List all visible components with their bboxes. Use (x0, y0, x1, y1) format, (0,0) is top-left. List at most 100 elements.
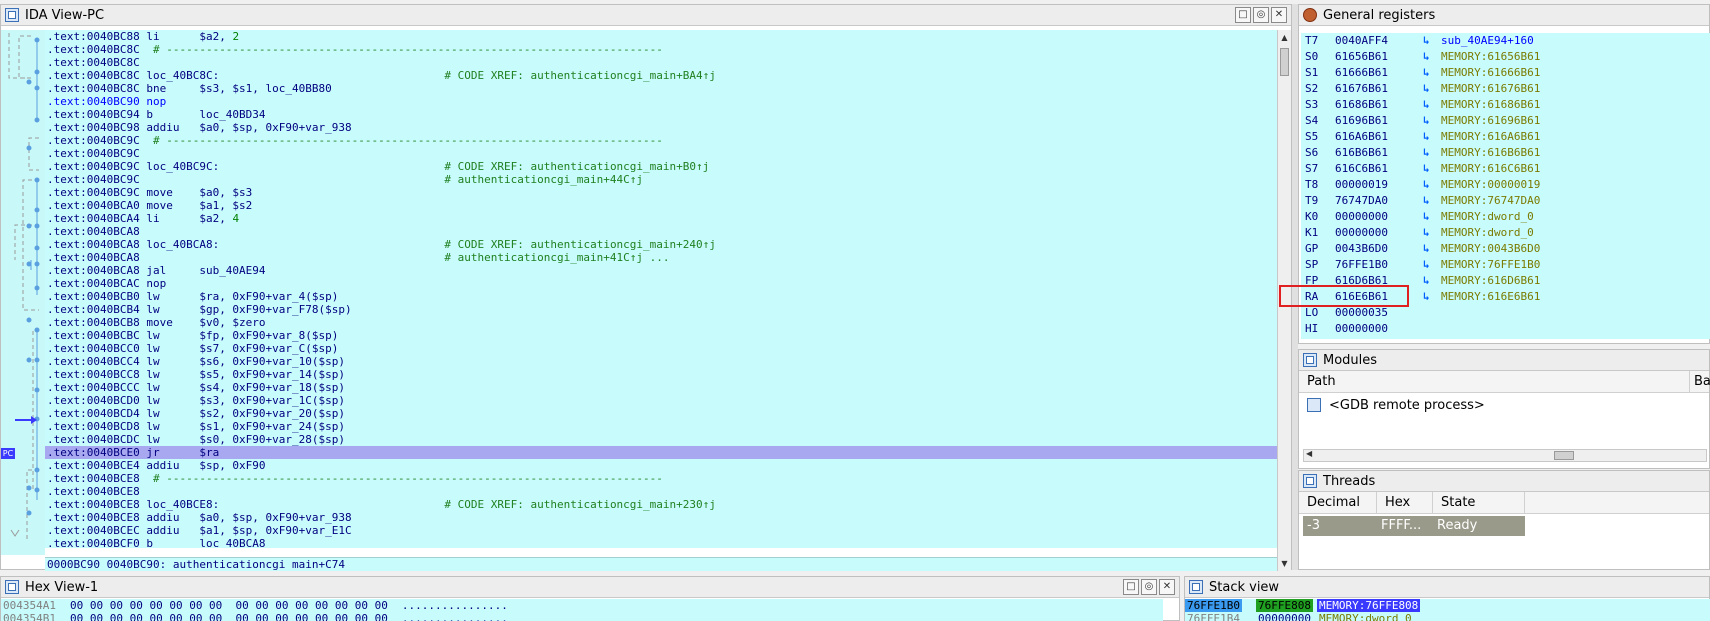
hex-view-titlebar[interactable]: Hex View-1 □ ◎ ✕ (1, 577, 1179, 598)
float-icon[interactable]: ◎ (1253, 7, 1269, 23)
maximize-icon[interactable]: □ (1235, 7, 1251, 23)
registers-titlebar[interactable]: General registers (1299, 5, 1709, 26)
thread-row[interactable]: -3 FFFF... Ready (1303, 516, 1525, 536)
register-reference[interactable]: MEMORY:61686B61 (1441, 97, 1540, 113)
register-reference[interactable]: MEMORY:76747DA0 (1441, 193, 1540, 209)
module-item[interactable]: <GDB remote process> (1299, 393, 1709, 417)
register-reference[interactable]: MEMORY:61676B61 (1441, 81, 1540, 97)
code-line[interactable]: .text:0040BCA8 # authenticationcgi_main+… (45, 251, 1279, 264)
code-line[interactable]: .text:0040BCA4 li $a2, 4 (45, 212, 1279, 225)
hex-close-icon[interactable]: ✕ (1159, 579, 1175, 595)
threads-col-hex[interactable]: Hex (1377, 492, 1433, 513)
jump-arrow-icon[interactable]: ↳ (1423, 113, 1441, 129)
code-line[interactable]: .text:0040BC98 addiu $a0, $sp, 0xF90+var… (45, 121, 1279, 134)
code-line[interactable]: .text:0040BCB8 move $v0, $zero (45, 316, 1279, 329)
register-reference[interactable]: MEMORY:616C6B61 (1441, 161, 1540, 177)
code-line[interactable]: .text:0040BC8C # -----------------------… (45, 43, 1279, 56)
register-value[interactable]: 616A6B61 (1335, 129, 1423, 145)
register-row[interactable]: S4 61696B61 ↳ MEMORY:61696B61 (1301, 113, 1710, 129)
stack-row[interactable]: 76FFE1B4 00000000 MEMORY:dword_0 (1185, 612, 1710, 621)
register-value[interactable]: 76FFE1B0 (1335, 257, 1423, 273)
code-line[interactable]: .text:0040BCA8 jal sub_40AE94 (45, 264, 1279, 277)
code-line[interactable]: .text:0040BC8C loc_40BC8C: # CODE XREF: … (45, 69, 1279, 82)
jump-arrow-icon[interactable]: ↳ (1423, 337, 1441, 339)
modules-path-header[interactable]: Path (1307, 374, 1336, 389)
code-line[interactable]: .text:0040BCC4 lw $s6, 0xF90+var_10($sp) (45, 355, 1279, 368)
code-line[interactable]: .text:0040BCD8 lw $s1, 0xF90+var_24($sp) (45, 420, 1279, 433)
register-value[interactable]: 00000000 (1335, 225, 1423, 241)
register-row[interactable]: T9 76747DA0 ↳ MEMORY:76747DA0 (1301, 193, 1710, 209)
hscroll-thumb[interactable] (1554, 451, 1574, 460)
code-line[interactable]: .text:0040BCE0 jr $ra (45, 446, 1279, 459)
register-row[interactable]: S6 616B6B61 ↳ MEMORY:616B6B61 (1301, 145, 1710, 161)
register-reference[interactable]: MEMORY:dword_0 (1441, 225, 1534, 241)
jump-arrow-icon[interactable]: ↳ (1423, 145, 1441, 161)
code-line[interactable]: .text:0040BC9C loc_40BC9C: # CODE XREF: … (45, 160, 1279, 173)
ida-view-titlebar[interactable]: IDA View-PC □ ◎ ✕ (1, 5, 1291, 26)
code-line[interactable]: .text:0040BCE8 (45, 485, 1279, 498)
register-row[interactable]: K0 00000000 ↳ MEMORY:dword_0 (1301, 209, 1710, 225)
code-line[interactable]: .text:0040BCA8 loc_40BCA8: # CODE XREF: … (45, 238, 1279, 251)
jump-arrow-icon[interactable]: ↳ (1423, 161, 1441, 177)
register-row[interactable]: PC0040BCE0↳authenticationcgi_main+CC4 (1301, 337, 1710, 339)
register-value[interactable]: 61666B61 (1335, 65, 1423, 81)
jump-arrow-icon[interactable]: ↳ (1423, 289, 1441, 305)
jump-arrow-icon[interactable]: ↳ (1423, 225, 1441, 241)
code-line[interactable]: .text:0040BC9C # authenticationcgi_main+… (45, 173, 1279, 186)
code-line[interactable]: .text:0040BCB0 lw $ra, 0xF90+var_4($sp) (45, 290, 1279, 303)
jump-arrow-icon[interactable]: ↳ (1423, 97, 1441, 113)
code-line[interactable]: .text:0040BCCC lw $s4, 0xF90+var_18($sp) (45, 381, 1279, 394)
code-line[interactable]: .text:0040BC8C (45, 56, 1279, 69)
register-row[interactable]: T7 0040AFF4 ↳ sub_40AE94+160 (1301, 33, 1710, 49)
jump-arrow-icon[interactable]: ↳ (1423, 49, 1441, 65)
register-value[interactable]: 0040BCE0 (1335, 337, 1423, 339)
code-line[interactable]: .text:0040BCF0 b loc_40BCA8 (45, 537, 1279, 548)
register-value[interactable]: 61676B61 (1335, 81, 1423, 97)
register-value[interactable]: 0040AFF4 (1335, 33, 1423, 49)
register-value[interactable]: 00000019 (1335, 177, 1423, 193)
register-row[interactable]: K1 00000000 ↳ MEMORY:dword_0 (1301, 225, 1710, 241)
jump-arrow-icon[interactable]: ↳ (1423, 129, 1441, 145)
register-reference[interactable]: MEMORY:61666B61 (1441, 65, 1540, 81)
code-line[interactable]: .text:0040BCDC lw $s0, 0xF90+var_28($sp) (45, 433, 1279, 446)
code-line[interactable]: .text:0040BCA8 (45, 225, 1279, 238)
stack-reference[interactable]: MEMORY:76FFE808 (1316, 599, 1421, 612)
register-row[interactable]: HI 00000000 (1301, 321, 1710, 337)
register-value[interactable]: 00000000 (1335, 209, 1423, 225)
code-line[interactable]: .text:0040BCC0 lw $s7, 0xF90+var_C($sp) (45, 342, 1279, 355)
register-value[interactable]: 00000035 (1335, 305, 1423, 321)
code-line[interactable]: .text:0040BC9C # -----------------------… (45, 134, 1279, 147)
jump-arrow-icon[interactable]: ↳ (1423, 33, 1441, 49)
register-reference[interactable]: MEMORY:616E6B61 (1441, 289, 1540, 305)
register-reference[interactable]: MEMORY:61656B61 (1441, 49, 1540, 65)
register-row[interactable]: S2 61676B61 ↳ MEMORY:61676B61 (1301, 81, 1710, 97)
stack-value[interactable]: 00000000 (1256, 612, 1313, 621)
register-reference[interactable]: MEMORY:0043B6D0 (1441, 241, 1540, 257)
register-reference[interactable]: MEMORY:76FFE1B0 (1441, 257, 1540, 273)
threads-col-decimal[interactable]: Decimal (1299, 492, 1377, 513)
register-row[interactable]: S1 61666B61 ↳ MEMORY:61666B61 (1301, 65, 1710, 81)
hex-maximize-icon[interactable]: □ (1123, 579, 1139, 595)
hex-float-icon[interactable]: ◎ (1141, 579, 1157, 595)
code-line[interactable]: .text:0040BCAC nop (45, 277, 1279, 290)
scroll-up-icon[interactable]: ▲ (1279, 32, 1290, 43)
code-line[interactable]: .text:0040BCD4 lw $s2, 0xF90+var_20($sp) (45, 407, 1279, 420)
code-line[interactable]: .text:0040BCD0 lw $s3, 0xF90+var_1C($sp) (45, 394, 1279, 407)
code-line[interactable]: .text:0040BCBC lw $fp, 0xF90+var_8($sp) (45, 329, 1279, 342)
register-reference[interactable]: MEMORY:616A6B61 (1441, 129, 1540, 145)
scroll-down-icon[interactable]: ▼ (1279, 558, 1290, 569)
stack-value[interactable]: 76FFE808 (1255, 599, 1313, 612)
register-reference[interactable]: MEMORY:61696B61 (1441, 113, 1540, 129)
code-line[interactable]: .text:0040BC90 nop (45, 95, 1279, 108)
stack-list[interactable]: 76FFE1B0 76FFE808 MEMORY:76FFE808 76FFE1B4 0… (1185, 599, 1710, 621)
jump-arrow-icon[interactable]: ↳ (1423, 193, 1441, 209)
register-row[interactable]: S5 616A6B61 ↳ MEMORY:616A6B61 (1301, 129, 1710, 145)
code-line[interactable]: .text:0040BCA0 move $a1, $s2 (45, 199, 1279, 212)
modules-header[interactable]: Path Ba (1299, 371, 1710, 393)
code-line[interactable]: .text:0040BC88 li $a2, 2 (45, 30, 1279, 43)
code-line[interactable]: .text:0040BC9C (45, 147, 1279, 160)
disassembly-listing[interactable]: .text:0040BC88 li $a2, 2 .text:0040BC8C #… (45, 30, 1279, 548)
register-value[interactable]: 616C6B61 (1335, 161, 1423, 177)
register-value[interactable]: 0043B6D0 (1335, 241, 1423, 257)
code-line[interactable]: .text:0040BC9C move $a0, $s3 (45, 186, 1279, 199)
